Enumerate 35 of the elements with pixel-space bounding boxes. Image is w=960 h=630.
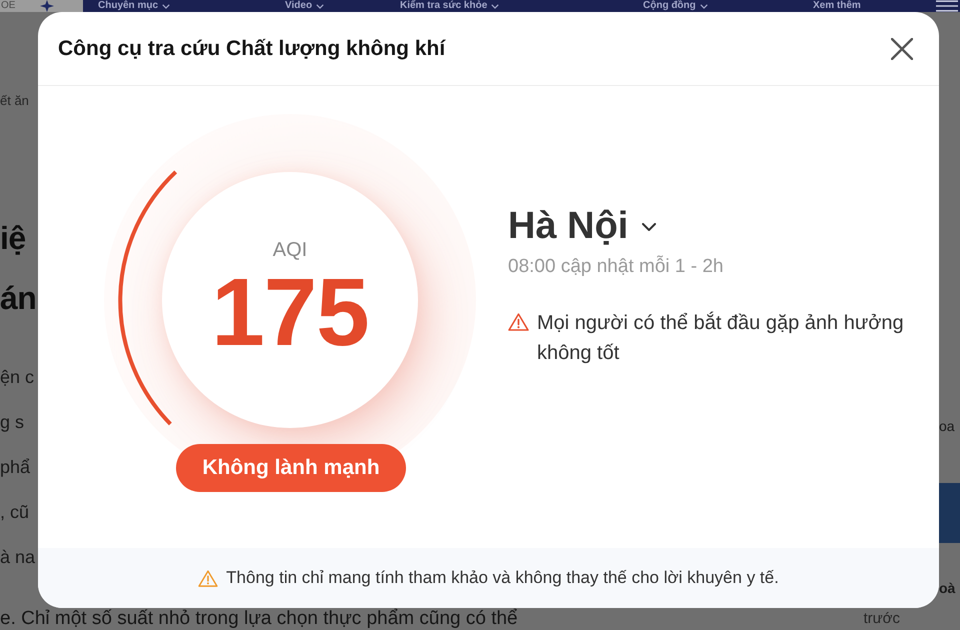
- article-body-text: phẩ: [0, 456, 32, 479]
- close-icon: [891, 38, 913, 60]
- nav-link[interactable]: Cộng đồng: [643, 0, 708, 12]
- sidebar-text: trước: [863, 609, 900, 629]
- sidebar-heading-text: oà: [939, 579, 956, 598]
- sidebar-banner: [939, 483, 960, 543]
- nav-link[interactable]: Chuyên mục: [98, 0, 170, 12]
- article-body-text: e. Chỉ một số suất nhỏ trong lựa chọn thực phẩm cũng có thể: [0, 608, 518, 630]
- disclaimer-text: Thông tin chỉ mang tính tham khảo và không thay thế cho lời khuyên y tế.: [226, 567, 779, 589]
- nav-link[interactable]: Xem thêm: [813, 0, 861, 12]
- article-meta-text: ết ăn: [0, 92, 30, 110]
- article-body-text: ện c: [0, 366, 36, 389]
- nav-link[interactable]: Kiểm tra sức khỏe: [400, 0, 500, 12]
- menu-icon[interactable]: [936, 0, 958, 12]
- dialog-title: Công cụ tra cứu Chất lượng không khí: [58, 36, 446, 60]
- logo-tile[interactable]: OE: [0, 0, 83, 12]
- warning-icon: [198, 570, 218, 586]
- aqi-label: AQI: [272, 238, 308, 262]
- health-advice-text: Mọi người có thể bắt đầu gặp ảnh hưởng không tốt: [537, 310, 905, 366]
- warning-icon: [508, 313, 529, 331]
- logo-text: OE: [1, 0, 16, 12]
- article-body-text: g s: [0, 411, 26, 434]
- aqi-value: 175: [211, 273, 369, 353]
- aqi-category-badge: Không lành mạnh: [176, 444, 406, 492]
- update-time-text: 08:00 cập nhật mỗi 1 - 2h: [508, 255, 724, 279]
- article-body-text: , cũ: [0, 501, 30, 524]
- chevron-down-icon: [642, 223, 656, 231]
- close-button[interactable]: [891, 38, 913, 60]
- city-selector[interactable]: Hà Nội: [508, 203, 656, 249]
- article-body-text: à na: [0, 546, 36, 569]
- article-heading-text: iệ: [0, 219, 27, 258]
- star-icon: [40, 0, 54, 12]
- sidebar-text: oa: [939, 417, 956, 436]
- article-heading-text: án: [0, 279, 38, 318]
- nav-link[interactable]: Video: [285, 0, 324, 12]
